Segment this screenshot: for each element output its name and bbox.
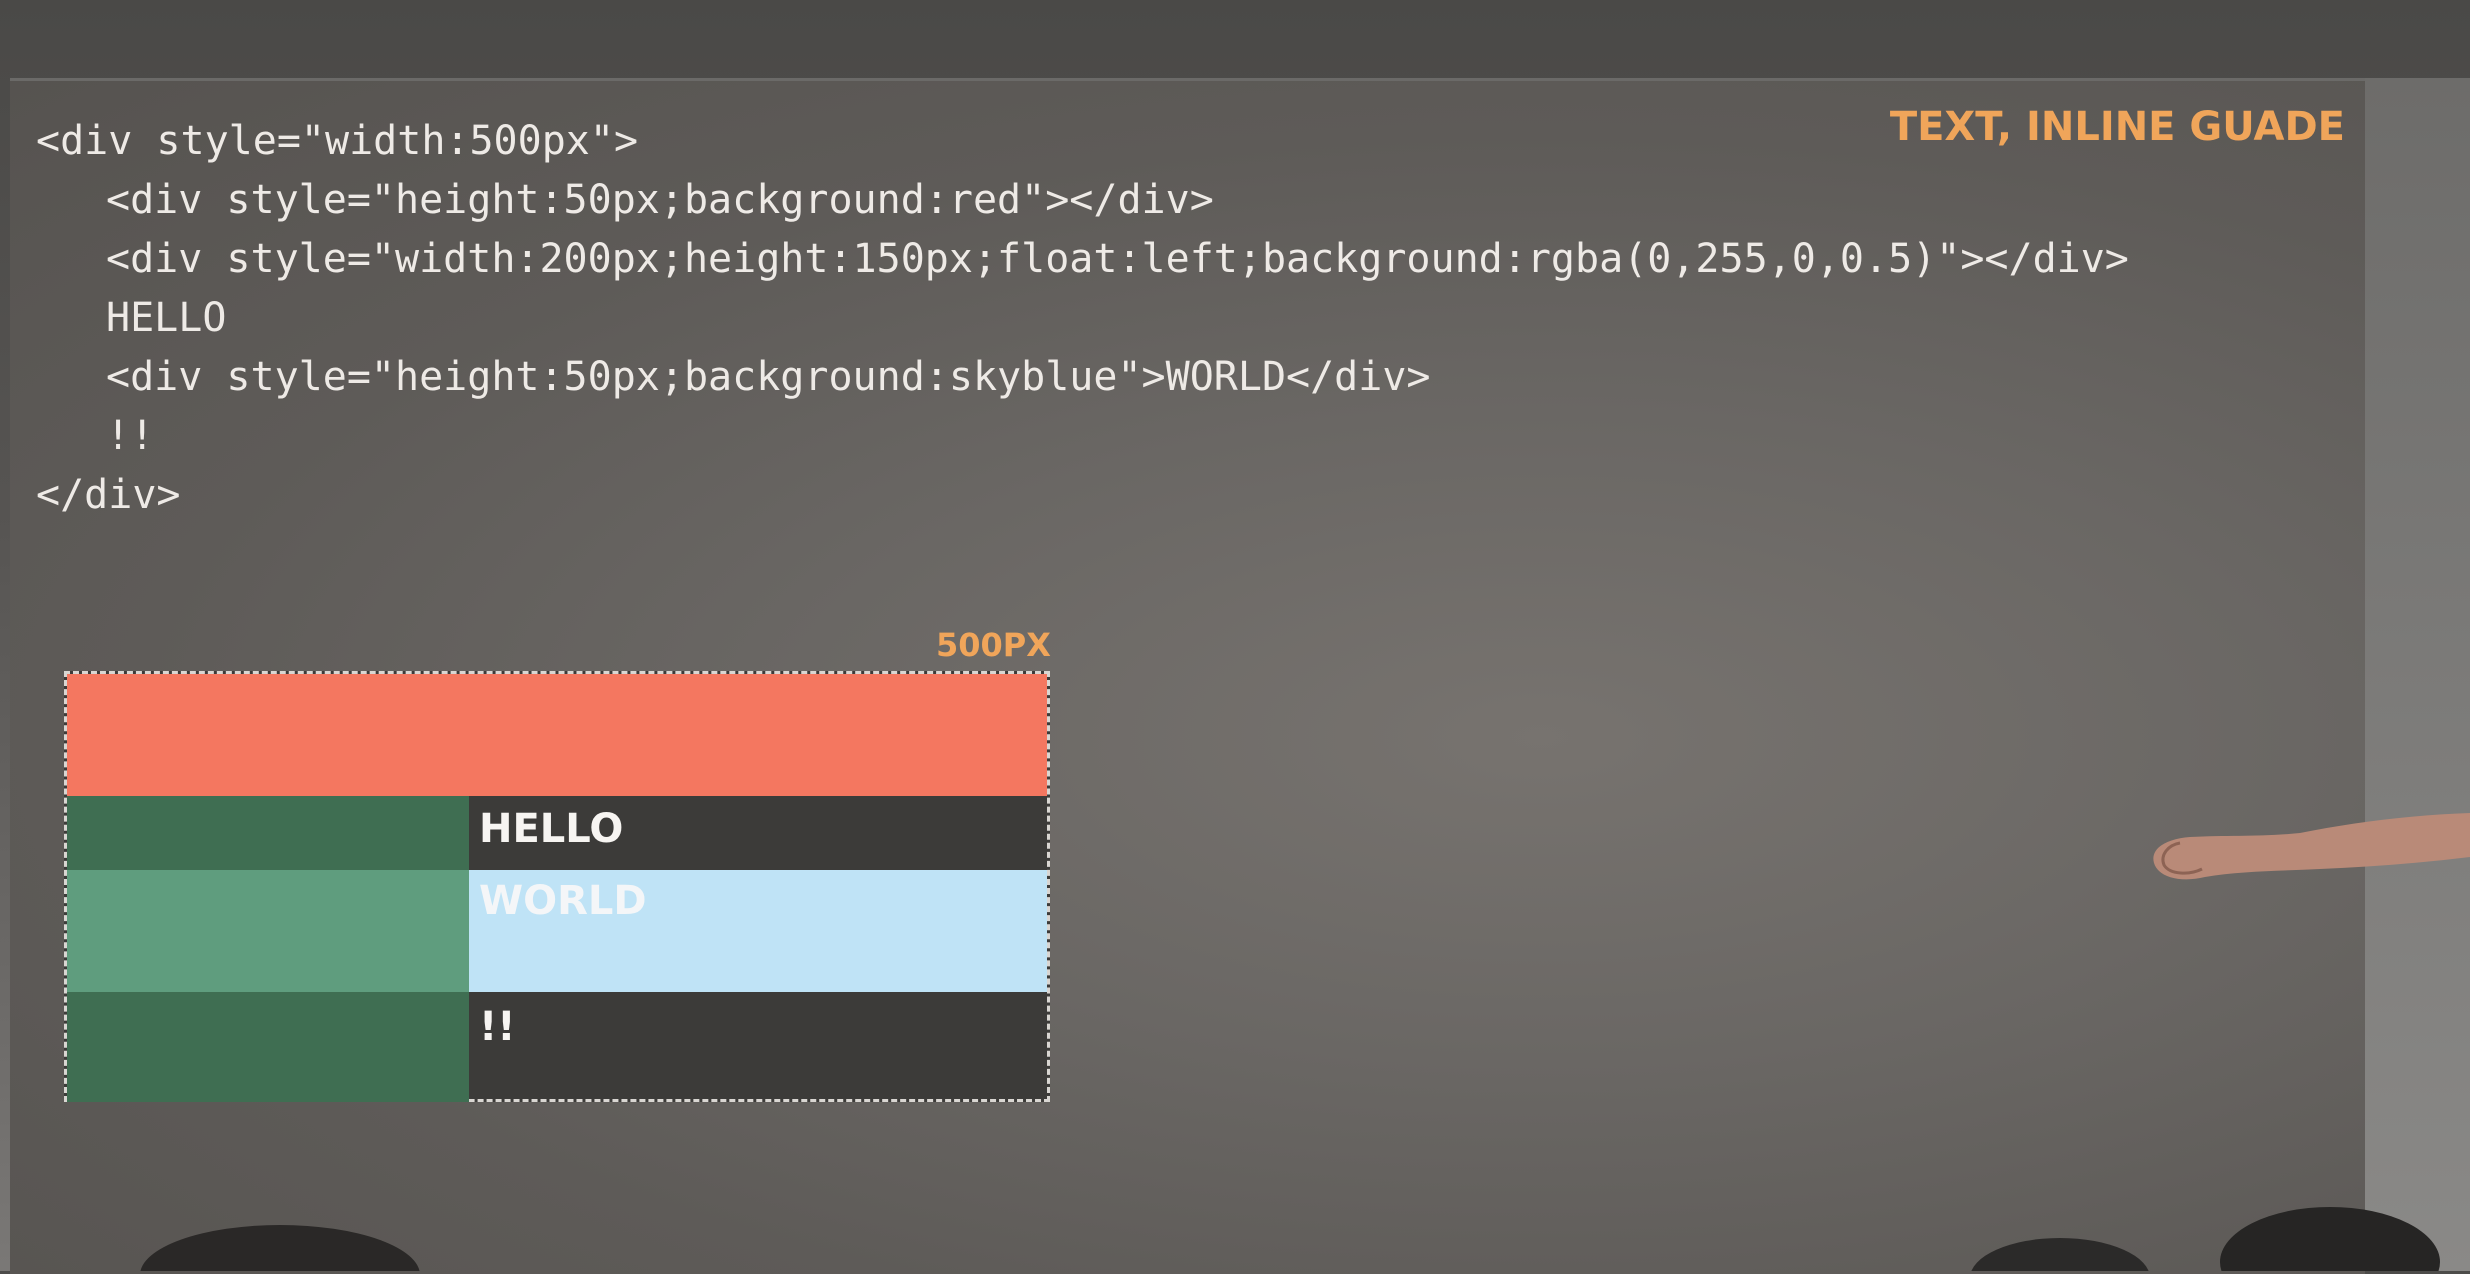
code-line: !! — [106, 413, 155, 459]
width-label: 500PX — [936, 626, 1051, 664]
code-line: <div style="height:50px;background:skybl… — [106, 354, 1431, 400]
code-line: <div style="height:50px;background:red">… — [106, 177, 1214, 223]
red-block — [67, 674, 1047, 796]
side-wall — [2365, 78, 2470, 1271]
code-block: <div style="width:500px"> <div style="he… — [36, 112, 2129, 525]
code-line: HELLO — [106, 295, 227, 341]
audience-heads — [140, 1207, 2440, 1271]
bang-text: !! — [479, 1004, 516, 1050]
code-line: </div> — [36, 472, 181, 518]
slide-title: TEXT, INLINE GUADE — [1889, 104, 2345, 150]
hello-text: HELLO — [479, 806, 624, 852]
code-line: <div style="width:200px;height:150px;flo… — [106, 236, 2129, 282]
demo-container: HELLO WORLD !! — [64, 671, 1050, 1102]
float-over-skyblue — [67, 870, 469, 992]
world-text: WORLD — [479, 878, 647, 924]
code-line: <div style="width:500px"> — [36, 118, 639, 164]
presenter-arm — [2153, 813, 2470, 880]
